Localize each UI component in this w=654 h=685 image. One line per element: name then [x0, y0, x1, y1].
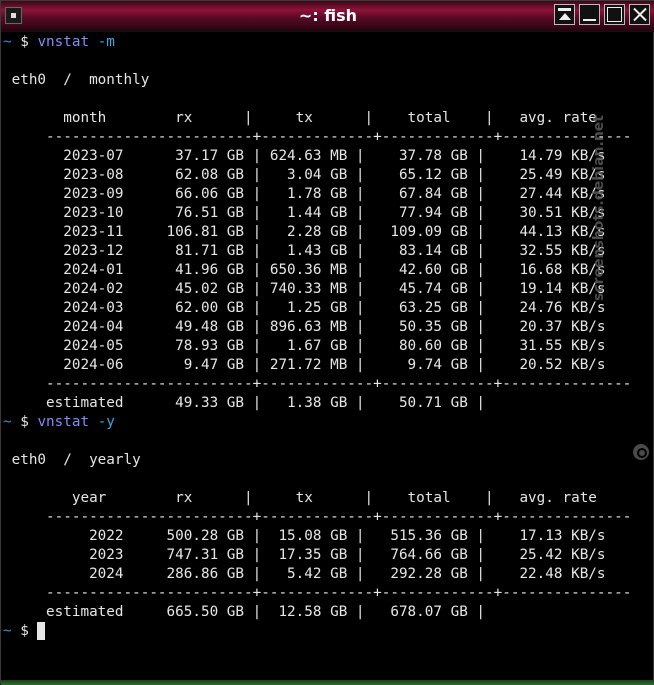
command-name: vnstat — [37, 34, 90, 50]
close-button[interactable] — [629, 4, 650, 25]
output-line: 2024 286.86 GB | 5.42 GB | 292.28 GB | 2… — [3, 566, 606, 582]
shade-button[interactable] — [554, 4, 575, 25]
window-bottom-border — [1, 680, 654, 685]
output-line: 2023 747.31 GB | 17.35 GB | 764.66 GB | … — [3, 547, 606, 563]
output-line: 2023-12 81.71 GB | 1.43 GB | 83.14 GB | … — [3, 243, 606, 259]
output-line: 2024-03 62.00 GB | 1.25 GB | 63.25 GB | … — [3, 300, 606, 316]
output-line: ------------------------+-------------+-… — [3, 376, 632, 392]
terminal-window: ~: fish ~ $ vnstat -m eth0 / monthly mon… — [0, 0, 654, 685]
prompt-path: ~ — [3, 623, 12, 639]
output-line: eth0 / yearly — [3, 452, 141, 468]
output-line: 2023-10 76.51 GB | 1.44 GB | 77.94 GB | … — [3, 205, 606, 221]
prompt-path: ~ — [3, 34, 12, 50]
prompt-symbol: $ — [20, 414, 29, 430]
minimize-button[interactable] — [579, 4, 600, 25]
active-prompt: ~ $ — [3, 622, 46, 641]
command-argument: -m — [89, 34, 115, 50]
command-line: ~ $ vnstat -m — [3, 33, 115, 52]
output-line: 2024-05 78.93 GB | 1.67 GB | 80.60 GB | … — [3, 338, 606, 354]
output-line: ------------------------+-------------+-… — [3, 585, 632, 601]
prompt-symbol: $ — [20, 623, 29, 639]
output-line: 2024-04 49.48 GB | 896.63 MB | 50.35 GB … — [3, 319, 606, 335]
output-line: 2022 500.28 GB | 15.08 GB | 515.36 GB | … — [3, 528, 606, 544]
output-line: 2024-06 9.47 GB | 271.72 MB | 9.74 GB | … — [3, 357, 606, 373]
text-cursor[interactable] — [37, 622, 46, 640]
maximize-button[interactable] — [604, 4, 625, 25]
prompt-path: ~ — [3, 414, 12, 430]
command-line: ~ $ vnstat -y — [3, 413, 115, 432]
command-name: vnstat — [37, 414, 90, 430]
output-line: estimated 665.50 GB | 12.58 GB | 678.07 … — [3, 604, 486, 620]
output-line: month rx | tx | total | avg. rate — [3, 110, 597, 126]
command-argument: -y — [89, 414, 115, 430]
output-line: estimated 49.33 GB | 1.38 GB | 50.71 GB … — [3, 395, 486, 411]
terminal-output[interactable]: ~ $ vnstat -m eth0 / monthly month rx | … — [1, 32, 654, 680]
output-line: ------------------------+-------------+-… — [3, 509, 632, 525]
debian-logo-icon — [633, 444, 649, 460]
output-line: 2023-11 106.81 GB | 2.28 GB | 109.09 GB … — [3, 224, 606, 240]
output-line: ------------------------+-------------+-… — [3, 129, 632, 145]
output-line: 2024-01 41.96 GB | 650.36 MB | 42.60 GB … — [3, 262, 606, 278]
output-line: 2024-02 45.02 GB | 740.33 MB | 45.74 GB … — [3, 281, 606, 297]
watermark: screenshots.debian.net — [591, 115, 607, 301]
output-line: 2023-07 37.17 GB | 624.63 MB | 37.78 GB … — [3, 148, 606, 164]
prompt-symbol: $ — [20, 34, 29, 50]
output-line: eth0 / monthly — [3, 72, 150, 88]
output-line: 2023-08 62.08 GB | 3.04 GB | 65.12 GB | … — [3, 167, 606, 183]
title-bar[interactable]: ~: fish — [1, 1, 654, 32]
output-line: year rx | tx | total | avg. rate — [3, 490, 597, 506]
output-line: 2023-09 66.06 GB | 1.78 GB | 67.84 GB | … — [3, 186, 606, 202]
